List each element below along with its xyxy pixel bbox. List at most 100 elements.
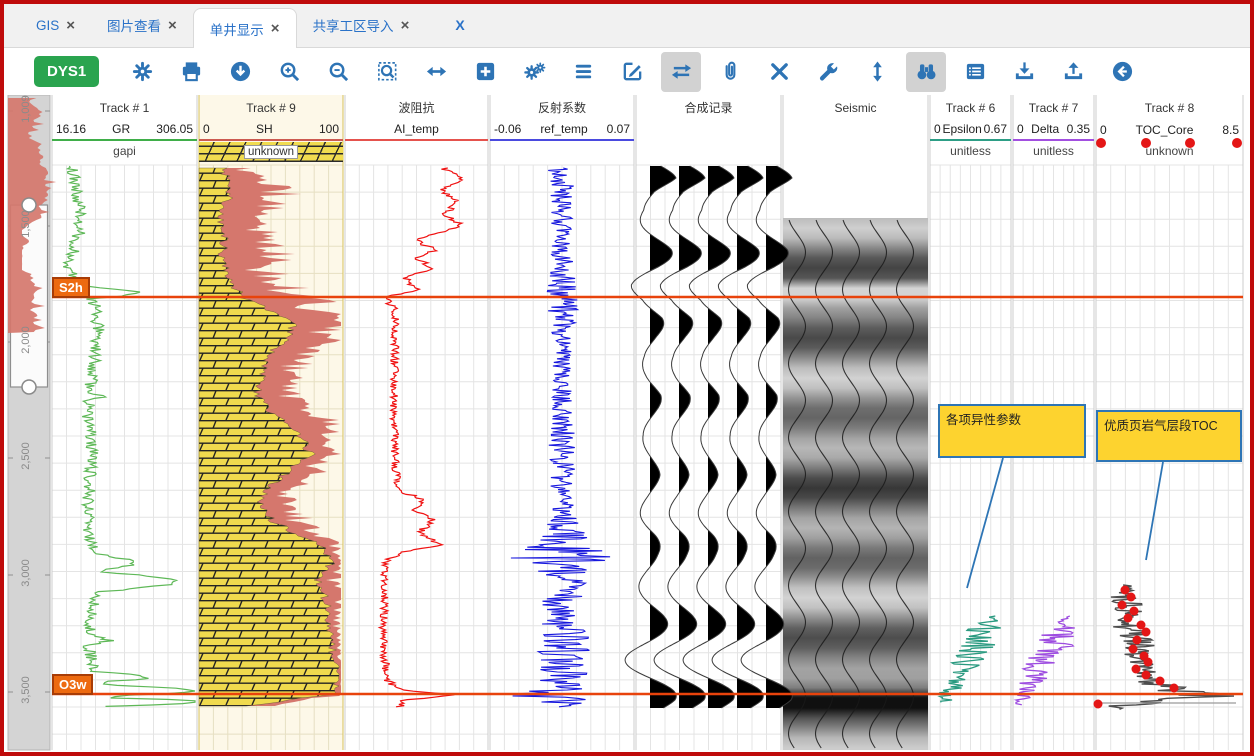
attachment-button[interactable] bbox=[710, 52, 750, 92]
scale-max: 0.35 bbox=[1067, 122, 1090, 136]
tools-button[interactable] bbox=[808, 52, 848, 92]
print-button[interactable] bbox=[171, 52, 211, 92]
arrows-horizontal-icon bbox=[425, 60, 448, 83]
tab-label: 图片查看 bbox=[107, 15, 161, 35]
annotation-anisotropy[interactable]: 各项异性参数 bbox=[938, 404, 1086, 458]
track-header-synthetic[interactable]: 合成记录 bbox=[636, 95, 781, 165]
close-view-button[interactable] bbox=[759, 52, 799, 92]
point-marker-dot bbox=[1096, 138, 1106, 148]
menu-button[interactable] bbox=[563, 52, 603, 92]
annotation-toc[interactable]: 优质页岩气层段TOC bbox=[1096, 410, 1242, 462]
tab-single-well-display[interactable]: 单井显示 × bbox=[193, 8, 297, 48]
scale-max: 0.67 bbox=[984, 122, 1007, 136]
track-title: Seismic bbox=[783, 95, 928, 119]
track-title: 合成记录 bbox=[636, 95, 781, 119]
point-marker-dot bbox=[1141, 138, 1151, 148]
paperclip-icon bbox=[719, 60, 742, 83]
download-circle-button[interactable] bbox=[220, 52, 260, 92]
tab-label: 单井显示 bbox=[210, 19, 264, 39]
export-button[interactable] bbox=[1053, 52, 1093, 92]
track-title: Track # 1 bbox=[52, 95, 197, 119]
curve-name: TOC_Core bbox=[1107, 123, 1223, 137]
depth-label: 2,000 bbox=[20, 318, 32, 362]
point-marker-dot bbox=[1185, 138, 1195, 148]
curve-name: ref_temp bbox=[521, 122, 606, 136]
zoom-region-icon bbox=[376, 60, 399, 83]
close-icon[interactable]: × bbox=[168, 18, 177, 33]
close-x-icon bbox=[768, 60, 791, 83]
track-header-ai[interactable]: 波阻抗 AI_temp bbox=[345, 95, 488, 165]
menu-icon bbox=[572, 60, 595, 83]
tab-image-view[interactable]: 图片查看 × bbox=[91, 3, 193, 47]
edit-button[interactable] bbox=[612, 52, 652, 92]
depth-label: 3,000 bbox=[20, 551, 32, 595]
tab-label: X bbox=[455, 17, 464, 33]
tab-gis[interactable]: GIS × bbox=[20, 3, 91, 47]
horizon-label-s2h: S2h bbox=[52, 277, 90, 298]
fit-width-button[interactable] bbox=[416, 52, 456, 92]
lithology-legend: unknown bbox=[199, 142, 343, 162]
tab-shared-workspace-import[interactable]: 共享工区导入 × bbox=[297, 3, 426, 47]
scale-min: -0.06 bbox=[494, 122, 521, 136]
zoom-out-icon bbox=[327, 60, 350, 83]
curve-unit: unitless bbox=[1013, 141, 1094, 161]
curve-unit: gapi bbox=[52, 141, 197, 161]
add-track-button[interactable] bbox=[465, 52, 505, 92]
swap-tracks-button[interactable] bbox=[661, 52, 701, 92]
scale-max: 306.05 bbox=[156, 122, 193, 136]
tab-label: GIS bbox=[36, 18, 59, 33]
scale-min: 0 bbox=[1017, 122, 1024, 136]
scale-min: 16.16 bbox=[56, 122, 86, 136]
curve-name: Epsilon bbox=[941, 122, 984, 136]
curve-name: Delta bbox=[1024, 122, 1067, 136]
track-title: Track # 9 bbox=[199, 95, 343, 119]
curve-unit bbox=[490, 141, 634, 161]
toolbar: DYS1 bbox=[4, 48, 1250, 95]
track-title: 波阻抗 bbox=[345, 95, 488, 119]
close-icon[interactable]: × bbox=[66, 18, 75, 33]
arrow-down-circle-icon bbox=[229, 60, 252, 83]
data-table-button[interactable] bbox=[955, 52, 995, 92]
track-header-6[interactable]: Track # 6 0 Epsilon 0.67 unitless bbox=[930, 95, 1011, 165]
horizon-label-o3w: O3w bbox=[52, 674, 93, 695]
curve-unit: unitless bbox=[930, 141, 1011, 161]
back-button[interactable] bbox=[1102, 52, 1142, 92]
binoculars-icon bbox=[915, 60, 938, 83]
close-icon[interactable]: × bbox=[401, 18, 410, 33]
track-title: 反射系数 bbox=[490, 95, 634, 119]
import-button[interactable] bbox=[1004, 52, 1044, 92]
curve-unit bbox=[345, 141, 488, 161]
zoom-in-button[interactable] bbox=[269, 52, 309, 92]
zoom-out-button[interactable] bbox=[318, 52, 358, 92]
swap-arrows-icon bbox=[670, 60, 693, 83]
edit-pencil-icon bbox=[621, 60, 644, 83]
well-name-button[interactable]: DYS1 bbox=[34, 56, 99, 87]
fit-height-button[interactable] bbox=[857, 52, 897, 92]
settings-gear-button[interactable] bbox=[122, 52, 162, 92]
scale-min: 0 bbox=[1100, 123, 1107, 137]
curve-unit: unknown bbox=[1096, 141, 1243, 161]
tab-x[interactable]: X bbox=[439, 3, 480, 47]
scale-max: 0.07 bbox=[607, 122, 630, 136]
track-header-1[interactable]: Track # 1 16.16 GR 306.05 gapi bbox=[52, 95, 197, 165]
track-title: Track # 8 bbox=[1096, 95, 1243, 119]
track-header-ref[interactable]: 反射系数 -0.06 ref_temp 0.07 bbox=[490, 95, 634, 165]
track-header-7[interactable]: Track # 7 0 Delta 0.35 unitless bbox=[1013, 95, 1094, 165]
zoom-region-button[interactable] bbox=[367, 52, 407, 92]
arrows-vertical-icon bbox=[866, 60, 889, 83]
close-icon[interactable]: × bbox=[271, 21, 280, 36]
track-header-seismic[interactable]: Seismic bbox=[783, 95, 928, 165]
table-list-icon bbox=[964, 60, 987, 83]
zoom-in-icon bbox=[278, 60, 301, 83]
track-title: Track # 6 bbox=[930, 95, 1011, 119]
app-window: GIS × 图片查看 × 单井显示 × 共享工区导入 × X DYS1 bbox=[0, 0, 1254, 756]
track-header-8[interactable]: Track # 8 0 TOC_Core 8.5 unknown bbox=[1096, 95, 1243, 165]
search-view-button[interactable] bbox=[906, 52, 946, 92]
curves-layer bbox=[63, 166, 1236, 750]
curve-settings-button[interactable] bbox=[514, 52, 554, 92]
scale-min: 0 bbox=[934, 122, 941, 136]
track-header-9[interactable]: Track # 9 0 SH 100 unknown bbox=[199, 95, 343, 165]
curve-name: AI_temp bbox=[349, 122, 484, 136]
gears-icon bbox=[523, 60, 546, 83]
download-tray-icon bbox=[1013, 60, 1036, 83]
